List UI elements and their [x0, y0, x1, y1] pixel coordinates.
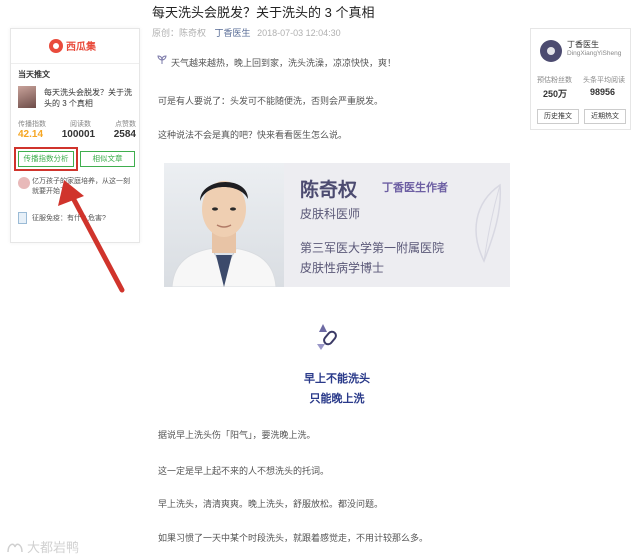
- article-title: 每天洗头会脱发？关于洗头的 3 个真相: [152, 5, 375, 20]
- list-item-text: 征服免疫：有什么危害?: [32, 215, 106, 222]
- meta-date: 2018-07-03 12:04:30: [257, 28, 341, 38]
- bottle-illustration-icon: [317, 324, 337, 350]
- stat-label-reads: 阅读数: [70, 121, 91, 128]
- paragraph-1: 天气越来越热，晚上回到家，洗头洗澡，凉凉快快，爽！: [171, 58, 397, 68]
- paragraph-7: 如果习惯了一天中某个时段洗头，就跟着感觉走，不用计较那么多。: [158, 533, 429, 543]
- stat-value-reads: 100001: [61, 129, 96, 140]
- stat-value-likes: 2584: [113, 129, 136, 140]
- list-item[interactable]: 征服免疫：有什么危害?: [18, 212, 136, 226]
- account-name: 丁香医生: [567, 40, 599, 49]
- card-decoration-leaf-icon: [475, 183, 502, 263]
- section-heading-line1: 早上不能洗头: [304, 373, 370, 385]
- account-id: DingXiangYiSheng: [567, 50, 622, 57]
- similar-articles-button[interactable]: 相似文章: [80, 151, 135, 167]
- author-degree: 皮肤性病学博士: [300, 261, 385, 275]
- fans-label: 预估粉丝数: [537, 77, 572, 84]
- account-avatar[interactable]: [540, 40, 562, 62]
- author-photo: [164, 163, 284, 287]
- logo-text: 西瓜集: [66, 42, 96, 53]
- stats-labels: 传播指数 阅读数 点赞数: [18, 119, 136, 129]
- fans-value: 250万: [543, 89, 568, 99]
- stat-value-index: 42.14: [18, 129, 44, 140]
- list-item-text: 亿万孩子的家庭培养，从这一刻就要开始了: [32, 178, 130, 195]
- account-info-panel: 丁香医生 DingXiangYiSheng 预估粉丝数 头条平均阅读 250万 …: [530, 28, 631, 130]
- divider: [11, 63, 139, 64]
- watermark: 大都岩鸭: [6, 537, 79, 556]
- stats-values: 42.14 100001 2584: [18, 129, 136, 140]
- author-name: 陈奇权: [300, 180, 358, 201]
- author-org: 第三军医大学第一附属医院: [300, 241, 445, 255]
- highlight-box: [14, 147, 78, 171]
- meta-account-link[interactable]: 丁香医生: [215, 28, 251, 38]
- meta-author: 陈奇权: [179, 28, 207, 38]
- author-card: 陈奇权 丁香医生作者 皮肤科医师 第三军医大学第一附属医院 皮肤性病学博士: [164, 163, 510, 287]
- stat-label-likes: 点赞数: [115, 121, 136, 128]
- avg-reads-value: 98956: [590, 87, 616, 97]
- paragraph-4: 据说早上洗头伤「阳气」，要洗晚上洗。: [158, 430, 316, 440]
- xiguaji-logo[interactable]: 西瓜集: [49, 38, 96, 53]
- section-title: 当天推文: [18, 70, 50, 79]
- meta-source: 原创：: [152, 28, 180, 38]
- today-article-link[interactable]: 每天洗头会脱发？关于洗头的 3 个真相: [44, 87, 134, 109]
- avatar: [18, 177, 30, 189]
- paragraph-5: 这一定是早上起不来的人不想洗头的托词。: [158, 466, 330, 476]
- section-heading-line2: 只能晚上洗: [309, 393, 365, 405]
- recent-hot-button[interactable]: 近期热文: [584, 109, 626, 124]
- paragraph-3: 这种说法不会是真的吧？快来看看医生怎么说。: [158, 130, 348, 140]
- watermark-text: 大都岩鸭: [27, 540, 80, 555]
- xiguaji-plugin-panel: 西瓜集 当天推文 每天洗头会脱发？关于洗头的 3 个真相 传播指数 阅读数 点赞…: [10, 28, 140, 243]
- sprout-icon: [157, 55, 167, 64]
- author-title: 皮肤科医师: [300, 207, 361, 221]
- author-role: 丁香医生作者: [382, 182, 448, 194]
- article-meta: 原创：陈奇权 丁香医生 2018-07-03 12:04:30: [152, 26, 341, 39]
- article-thumbnail[interactable]: [18, 86, 36, 108]
- avg-reads-label: 头条平均阅读: [583, 77, 625, 84]
- paragraph-2: 可是有人要说了：头发可不能随便洗，否则会严重脱发。: [158, 96, 384, 106]
- history-posts-button[interactable]: 历史推文: [537, 109, 579, 124]
- paragraph-6: 早上洗头，清清爽爽。晚上洗头，舒服放松。都没问题。: [158, 499, 384, 509]
- stat-label-index: 传播指数: [18, 121, 46, 128]
- list-item[interactable]: 亿万孩子的家庭培养，从这一刻就要开始了: [18, 177, 136, 205]
- document-icon: [18, 212, 27, 224]
- watermark-logo-icon: [7, 543, 23, 552]
- watermelon-logo-icon: [49, 38, 63, 53]
